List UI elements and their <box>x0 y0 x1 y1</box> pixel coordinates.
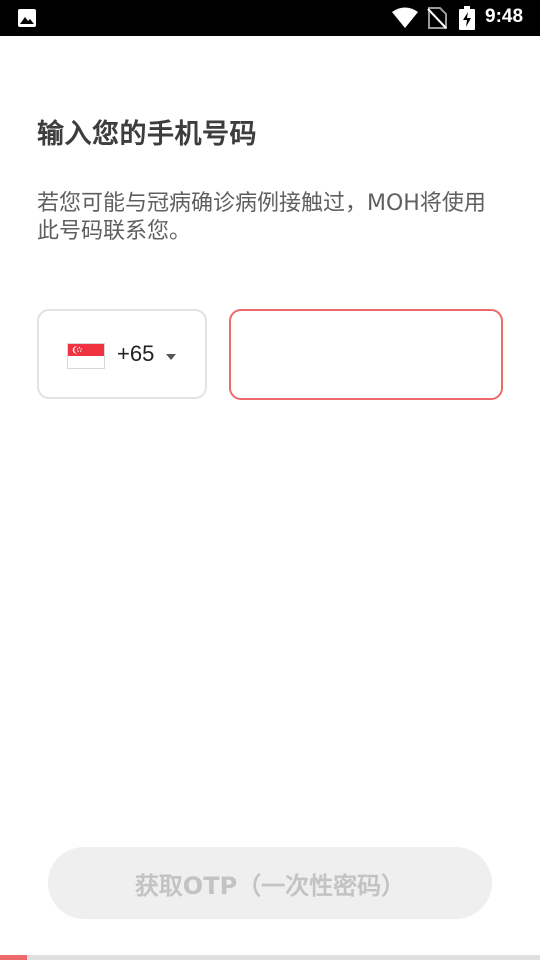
no-sim-icon <box>427 7 447 29</box>
status-bar: 9:48 <box>0 0 540 36</box>
singapore-flag-icon <box>67 343 105 369</box>
page-title: 输入您的手机号码 <box>37 119 257 150</box>
phone-number-input[interactable] <box>229 309 503 400</box>
get-otp-button[interactable]: 获取OTP（一次性密码） <box>48 847 492 919</box>
dropdown-caret-icon <box>166 354 176 360</box>
gallery-icon <box>18 9 36 27</box>
wifi-icon <box>392 7 418 28</box>
dial-code: +65 <box>117 341 155 366</box>
progress-bar-fill <box>0 955 27 960</box>
country-code-selector[interactable]: +65 <box>37 309 207 399</box>
description-text: 若您可能与冠病确诊病例接触过，MOH将使用此号码联系您。 <box>37 191 486 244</box>
status-time: 9:48 <box>485 6 524 27</box>
progress-bar <box>0 955 540 960</box>
battery-charging-icon <box>459 6 475 30</box>
